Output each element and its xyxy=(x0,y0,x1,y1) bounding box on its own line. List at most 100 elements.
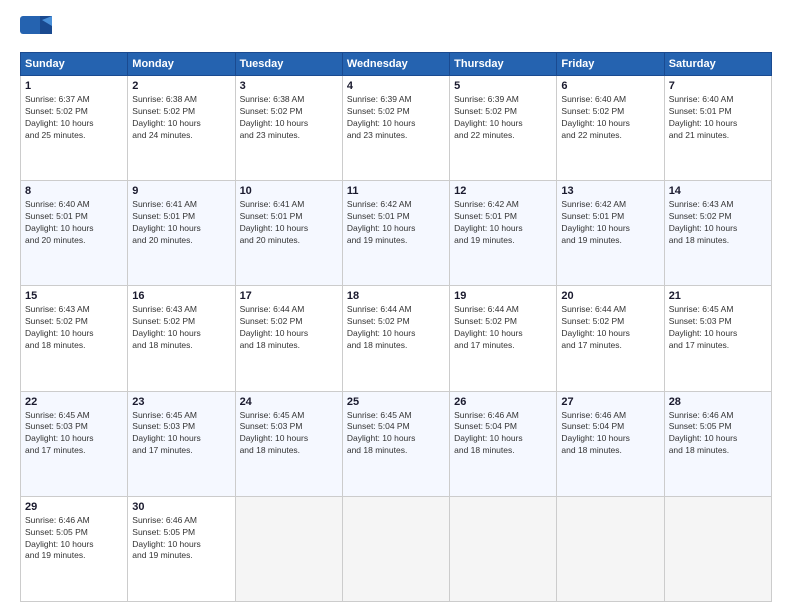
calendar-cell: 22 Sunrise: 6:45 AMSunset: 5:03 PMDayligh… xyxy=(21,391,128,496)
day-number: 24 xyxy=(240,396,338,408)
calendar-cell xyxy=(235,496,342,601)
calendar-cell: 6 Sunrise: 6:40 AMSunset: 5:02 PMDaylight… xyxy=(557,76,664,181)
day-info: Sunrise: 6:42 AMSunset: 5:01 PMDaylight:… xyxy=(347,199,445,247)
day-info: Sunrise: 6:45 AMSunset: 5:03 PMDaylight:… xyxy=(25,410,123,458)
day-number: 27 xyxy=(561,396,659,408)
col-header-friday: Friday xyxy=(557,53,664,76)
col-header-sunday: Sunday xyxy=(21,53,128,76)
day-info: Sunrise: 6:39 AMSunset: 5:02 PMDaylight:… xyxy=(347,94,445,142)
day-info: Sunrise: 6:42 AMSunset: 5:01 PMDaylight:… xyxy=(561,199,659,247)
day-info: Sunrise: 6:43 AMSunset: 5:02 PMDaylight:… xyxy=(25,304,123,352)
day-number: 9 xyxy=(132,185,230,197)
day-info: Sunrise: 6:43 AMSunset: 5:02 PMDaylight:… xyxy=(669,199,767,247)
day-info: Sunrise: 6:46 AMSunset: 5:05 PMDaylight:… xyxy=(25,515,123,563)
day-info: Sunrise: 6:42 AMSunset: 5:01 PMDaylight:… xyxy=(454,199,552,247)
calendar-cell: 4 Sunrise: 6:39 AMSunset: 5:02 PMDaylight… xyxy=(342,76,449,181)
logo-icon xyxy=(20,16,52,44)
day-number: 29 xyxy=(25,501,123,513)
day-info: Sunrise: 6:38 AMSunset: 5:02 PMDaylight:… xyxy=(132,94,230,142)
calendar-cell: 26 Sunrise: 6:46 AMSunset: 5:04 PMDayligh… xyxy=(450,391,557,496)
day-number: 13 xyxy=(561,185,659,197)
day-number: 23 xyxy=(132,396,230,408)
col-header-monday: Monday xyxy=(128,53,235,76)
calendar-cell: 3Sunrise: 6:38 AMSunset: 5:02 PMDaylight… xyxy=(235,76,342,181)
day-info: Sunrise: 6:44 AMSunset: 5:02 PMDaylight:… xyxy=(240,304,338,352)
calendar-cell: 20 Sunrise: 6:44 AMSunset: 5:02 PMDayligh… xyxy=(557,286,664,391)
day-info: Sunrise: 6:45 AMSunset: 5:03 PMDaylight:… xyxy=(240,410,338,458)
calendar-cell: 12 Sunrise: 6:42 AMSunset: 5:01 PMDayligh… xyxy=(450,181,557,286)
day-number: 8 xyxy=(25,185,123,197)
day-number: 22 xyxy=(25,396,123,408)
calendar-cell: 30Sunrise: 6:46 AMSunset: 5:05 PMDayligh… xyxy=(128,496,235,601)
calendar-cell: 18 Sunrise: 6:44 AMSunset: 5:02 PMDayligh… xyxy=(342,286,449,391)
day-info: Sunrise: 6:40 AMSunset: 5:01 PMDaylight:… xyxy=(25,199,123,247)
day-info: Sunrise: 6:45 AMSunset: 5:03 PMDaylight:… xyxy=(669,304,767,352)
calendar-cell: 28 Sunrise: 6:46 AMSunset: 5:05 PMDayligh… xyxy=(664,391,771,496)
day-info: Sunrise: 6:37 AMSunset: 5:02 PMDaylight:… xyxy=(25,94,123,142)
day-number: 6 xyxy=(561,80,659,92)
calendar-cell: 9 Sunrise: 6:41 AMSunset: 5:01 PMDaylight… xyxy=(128,181,235,286)
day-number: 4 xyxy=(347,80,445,92)
day-number: 26 xyxy=(454,396,552,408)
day-info: Sunrise: 6:46 AMSunset: 5:04 PMDaylight:… xyxy=(454,410,552,458)
calendar-cell: 8 Sunrise: 6:40 AMSunset: 5:01 PMDaylight… xyxy=(21,181,128,286)
calendar-header-row: SundayMondayTuesdayWednesdayThursdayFrid… xyxy=(21,53,772,76)
day-info: Sunrise: 6:45 AMSunset: 5:04 PMDaylight:… xyxy=(347,410,445,458)
calendar-cell: 29 Sunrise: 6:46 AMSunset: 5:05 PMDayligh… xyxy=(21,496,128,601)
day-number: 28 xyxy=(669,396,767,408)
calendar-cell: 5 Sunrise: 6:39 AMSunset: 5:02 PMDaylight… xyxy=(450,76,557,181)
calendar-week-5: 29 Sunrise: 6:46 AMSunset: 5:05 PMDayligh… xyxy=(21,496,772,601)
calendar-cell xyxy=(664,496,771,601)
logo xyxy=(20,16,56,44)
calendar-cell: 15 Sunrise: 6:43 AMSunset: 5:02 PMDayligh… xyxy=(21,286,128,391)
calendar-cell xyxy=(450,496,557,601)
calendar-cell: 21Sunrise: 6:45 AMSunset: 5:03 PMDayligh… xyxy=(664,286,771,391)
day-number: 18 xyxy=(347,290,445,302)
day-info: Sunrise: 6:44 AMSunset: 5:02 PMDaylight:… xyxy=(347,304,445,352)
day-number: 12 xyxy=(454,185,552,197)
page: SundayMondayTuesdayWednesdayThursdayFrid… xyxy=(0,0,792,612)
day-number: 5 xyxy=(454,80,552,92)
calendar-cell: 7 Sunrise: 6:40 AMSunset: 5:01 PMDaylight… xyxy=(664,76,771,181)
day-info: Sunrise: 6:45 AMSunset: 5:03 PMDaylight:… xyxy=(132,410,230,458)
calendar-cell: 27 Sunrise: 6:46 AMSunset: 5:04 PMDayligh… xyxy=(557,391,664,496)
calendar-cell: 13 Sunrise: 6:42 AMSunset: 5:01 PMDayligh… xyxy=(557,181,664,286)
day-info: Sunrise: 6:46 AMSunset: 5:04 PMDaylight:… xyxy=(561,410,659,458)
day-info: Sunrise: 6:46 AMSunset: 5:05 PMDaylight:… xyxy=(132,515,230,563)
col-header-wednesday: Wednesday xyxy=(342,53,449,76)
day-info: Sunrise: 6:41 AMSunset: 5:01 PMDaylight:… xyxy=(132,199,230,247)
day-info: Sunrise: 6:40 AMSunset: 5:02 PMDaylight:… xyxy=(561,94,659,142)
day-number: 19 xyxy=(454,290,552,302)
calendar-table: SundayMondayTuesdayWednesdayThursdayFrid… xyxy=(20,52,772,602)
calendar-cell xyxy=(342,496,449,601)
calendar-cell: 16 Sunrise: 6:43 AMSunset: 5:02 PMDayligh… xyxy=(128,286,235,391)
day-info: Sunrise: 6:39 AMSunset: 5:02 PMDaylight:… xyxy=(454,94,552,142)
calendar-cell: 14 Sunrise: 6:43 AMSunset: 5:02 PMDayligh… xyxy=(664,181,771,286)
day-info: Sunrise: 6:43 AMSunset: 5:02 PMDaylight:… xyxy=(132,304,230,352)
calendar-cell: 1 Sunrise: 6:37 AMSunset: 5:02 PMDaylight… xyxy=(21,76,128,181)
day-info: Sunrise: 6:44 AMSunset: 5:02 PMDaylight:… xyxy=(454,304,552,352)
day-number: 15 xyxy=(25,290,123,302)
day-info: Sunrise: 6:41 AMSunset: 5:01 PMDaylight:… xyxy=(240,199,338,247)
day-number: 7 xyxy=(669,80,767,92)
col-header-thursday: Thursday xyxy=(450,53,557,76)
header xyxy=(20,16,772,44)
calendar-cell: 19 Sunrise: 6:44 AMSunset: 5:02 PMDayligh… xyxy=(450,286,557,391)
calendar-cell: 24 Sunrise: 6:45 AMSunset: 5:03 PMDayligh… xyxy=(235,391,342,496)
calendar-cell: 17Sunrise: 6:44 AMSunset: 5:02 PMDayligh… xyxy=(235,286,342,391)
calendar-week-2: 8 Sunrise: 6:40 AMSunset: 5:01 PMDaylight… xyxy=(21,181,772,286)
day-info: Sunrise: 6:44 AMSunset: 5:02 PMDaylight:… xyxy=(561,304,659,352)
day-info: Sunrise: 6:40 AMSunset: 5:01 PMDaylight:… xyxy=(669,94,767,142)
day-number: 20 xyxy=(561,290,659,302)
day-number: 14 xyxy=(669,185,767,197)
calendar-cell: 25Sunrise: 6:45 AMSunset: 5:04 PMDayligh… xyxy=(342,391,449,496)
day-number: 2 xyxy=(132,80,230,92)
day-number: 16 xyxy=(132,290,230,302)
day-info: Sunrise: 6:46 AMSunset: 5:05 PMDaylight:… xyxy=(669,410,767,458)
calendar-cell: 2 Sunrise: 6:38 AMSunset: 5:02 PMDaylight… xyxy=(128,76,235,181)
calendar-week-1: 1 Sunrise: 6:37 AMSunset: 5:02 PMDaylight… xyxy=(21,76,772,181)
calendar-cell: 11Sunrise: 6:42 AMSunset: 5:01 PMDayligh… xyxy=(342,181,449,286)
day-number: 10 xyxy=(240,185,338,197)
day-info: Sunrise: 6:38 AMSunset: 5:02 PMDaylight:… xyxy=(240,94,338,142)
day-number: 1 xyxy=(25,80,123,92)
